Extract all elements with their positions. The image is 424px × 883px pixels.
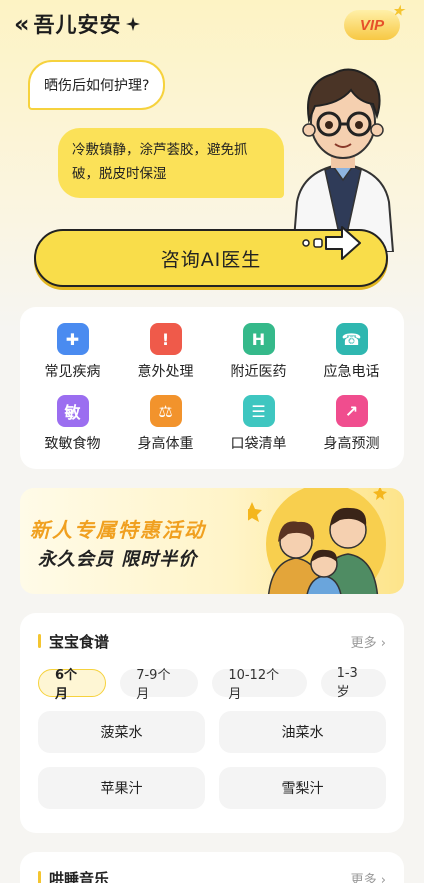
tool-item[interactable]: ! 意外处理 — [119, 323, 212, 381]
scale-icon: ⚖ — [149, 395, 182, 427]
app-title: 吾儿安安 — [33, 13, 122, 37]
tools-grid: ✚ 常见疾病! 意外处理 H 附近医药 ☎ 应急电话敏致敏食物 ⚖ 身高体重 ☰ 口袋清单 ↗ 身高预测 — [26, 323, 398, 453]
checklist-icon: ☰ — [242, 395, 275, 427]
tool-item[interactable]: ☰ 口袋清单 — [212, 395, 305, 453]
tool-item[interactable]: ↗ 身高预测 — [305, 395, 398, 453]
tool-label: 致敏食物 — [44, 436, 101, 452]
back-double-chevron-icon[interactable]: « — [14, 12, 30, 36]
tools-grid-card: ✚ 常见疾病! 意外处理 H 附近医药 ☎ 应急电话敏致敏食物 ⚖ 身高体重 ☰ 口袋清单 ↗ 身高预测 — [20, 307, 404, 469]
tool-label: 身高体重 — [137, 436, 194, 452]
recipes-more-link[interactable]: 更多 › — [351, 632, 386, 651]
baby-recipes-section: 宝宝食谱 更多 › 6个月 7-9个月 10-12个月 1-3岁 菠菜水 油菜水 苹果汁雪… — [20, 613, 404, 833]
recipe-item[interactable]: 苹果汁 — [38, 767, 205, 809]
music-header: 哄睡音乐 更多 › — [38, 852, 386, 883]
hospital-icon: H — [242, 323, 275, 355]
consult-ai-doctor-button[interactable]: 咨询AI医生 — [34, 226, 388, 287]
promo-title: 新人专属特惠活动 — [30, 518, 206, 542]
book-medical-icon: ✚ — [56, 323, 89, 355]
tool-label: 应急电话 — [323, 364, 380, 380]
recipe-age-tab[interactable]: 10-12个月 — [212, 668, 307, 702]
tool-item[interactable]: ⚖ 身高体重 — [119, 395, 212, 453]
app-header: « 吾儿安安 — [14, 8, 140, 40]
tool-item[interactable]: 敏致敏食物 — [26, 395, 119, 453]
phone-icon: ☎ — [335, 323, 368, 355]
tool-item[interactable]: H 附近医药 — [212, 323, 305, 381]
tool-label: 身高预测 — [323, 436, 380, 452]
family-illustration — [248, 488, 387, 594]
sparkle-icon — [125, 17, 140, 31]
recipe-item[interactable]: 雪梨汁 — [219, 767, 386, 809]
recipe-item[interactable]: 菠菜水 — [38, 711, 205, 753]
recipe-age-tabs: 6个月 7-9个月 10-12个月 1-3岁 — [38, 666, 387, 702]
recipe-age-tab[interactable]: 7-9个月 — [120, 668, 199, 702]
tool-label: 意外处理 — [137, 364, 194, 380]
tool-label: 常见疾病 — [44, 364, 101, 380]
music-more-link[interactable]: 更多 › — [351, 869, 386, 883]
vip-label: VIP — [359, 16, 385, 34]
tool-label: 口袋清单 — [230, 436, 287, 452]
tool-label: 附近医药 — [230, 364, 287, 380]
answer-bubble: 冷敷镇静，涂芦荟胶，避免抓破，脱皮时保湿 — [58, 128, 284, 198]
recipe-age-tab[interactable]: 1-3岁 — [320, 666, 387, 700]
tool-item[interactable]: ✚ 常见疾病 — [26, 323, 119, 381]
more-label: 更多 — [350, 872, 377, 883]
alarm-light-icon: ! — [149, 323, 182, 355]
sleep-music-section: 哄睡音乐 更多 › — [20, 852, 404, 883]
recipe-item[interactable]: 油菜水 — [219, 711, 386, 753]
vip-badge[interactable]: VIP ★ — [344, 3, 404, 40]
recipe-items: 菠菜水 油菜水 苹果汁 雪梨汁 — [38, 711, 386, 809]
music-title: 哄睡音乐 — [38, 868, 109, 883]
tool-item[interactable]: ☎ 应急电话 — [305, 323, 398, 381]
arrow-right-icon — [302, 226, 361, 260]
consult-ai-doctor-label: 咨询AI医生 — [160, 248, 262, 271]
recipe-age-tab[interactable]: 6个月 — [38, 668, 107, 702]
star-icon: ★ — [392, 3, 404, 18]
promo-banner[interactable]: 新人专属特惠活动 永久会员 限时半价 — [20, 488, 404, 594]
more-label: 更多 — [350, 635, 377, 651]
question-bubble: 晒伤后如何护理? — [28, 60, 166, 110]
growth-chart-icon: ↗ — [335, 395, 368, 427]
recipes-title: 宝宝食谱 — [38, 631, 109, 652]
allergy-icon: 敏 — [56, 395, 89, 427]
promo-subtitle: 永久会员 限时半价 — [38, 549, 198, 570]
recipes-header: 宝宝食谱 更多 › — [38, 613, 386, 669]
